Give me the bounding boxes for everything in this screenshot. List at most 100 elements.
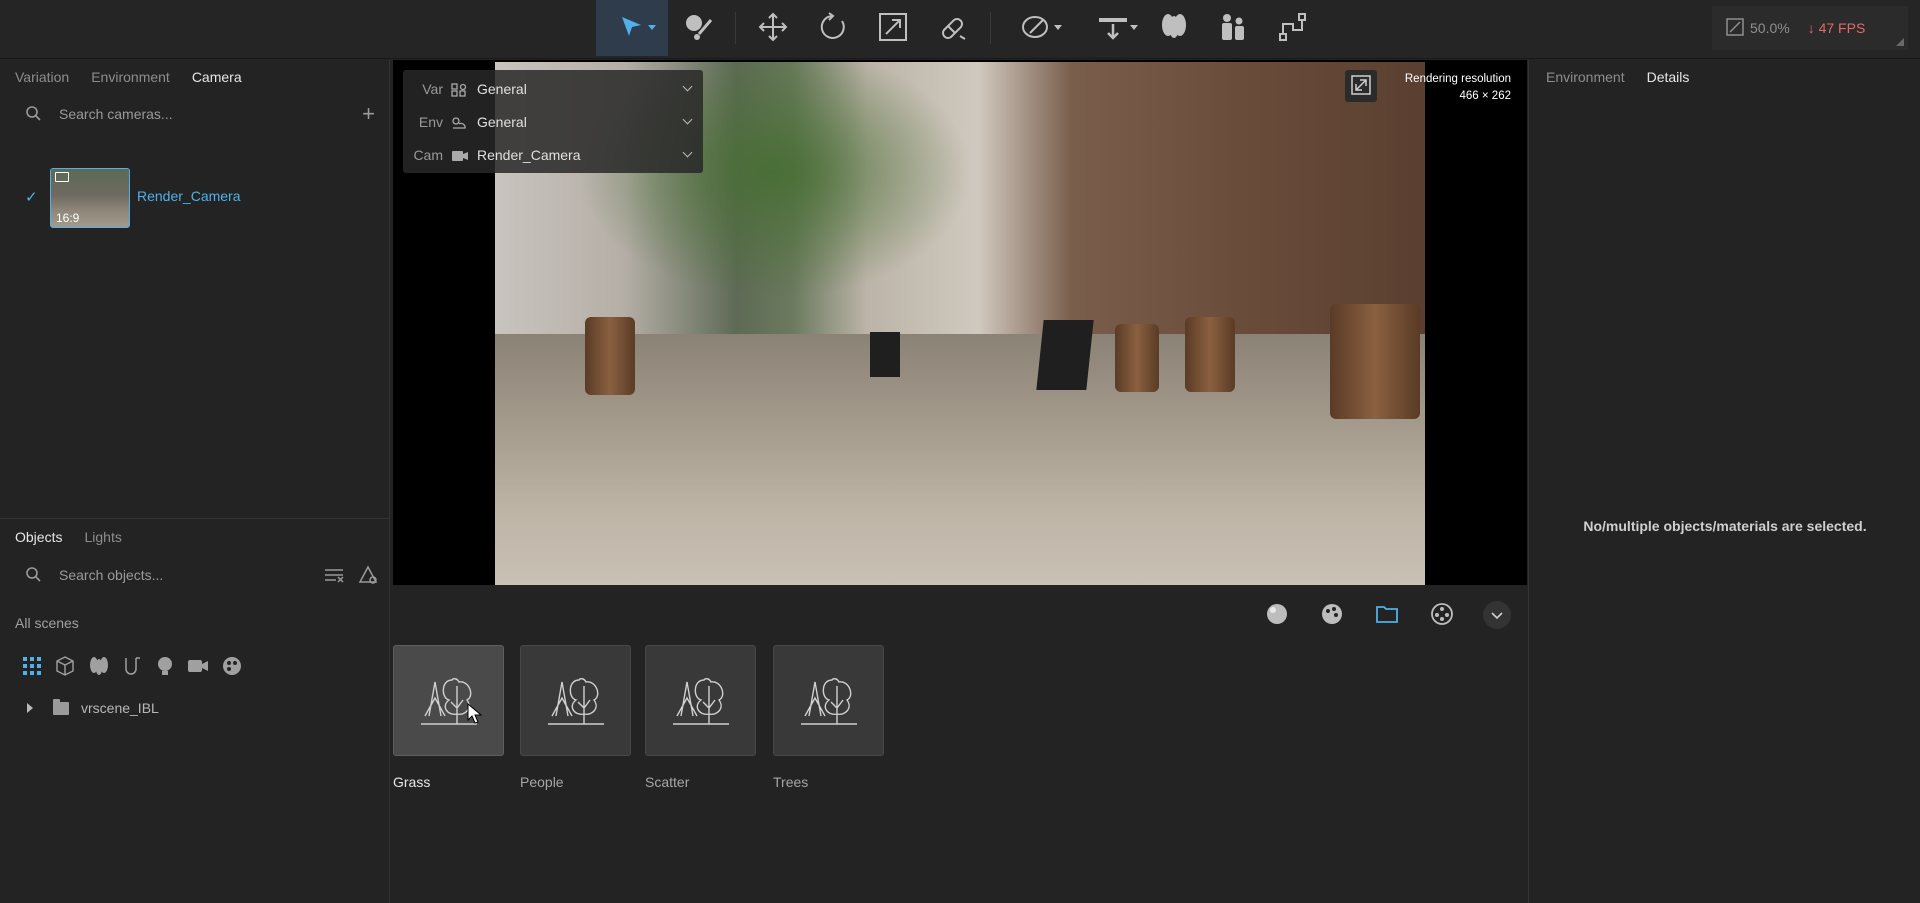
asset-tile[interactable]: Trees	[773, 645, 884, 790]
asset-label: People	[520, 774, 564, 790]
cursor-arrow-icon	[619, 14, 645, 43]
tab-environment[interactable]: Environment	[1546, 69, 1625, 85]
move-tool-button[interactable]	[746, 0, 800, 56]
clear-filter-icon[interactable]	[358, 565, 378, 588]
asset-thumbnail[interactable]	[773, 645, 884, 756]
camera-value: Render_Camera	[477, 146, 581, 163]
render-viewport[interactable]: Var General Env General Cam Render_Camer…	[393, 60, 1527, 585]
asset-tile[interactable]: Grass	[393, 645, 504, 790]
curve-icon[interactable]	[123, 656, 143, 679]
checkmark-icon: ✓	[25, 189, 38, 206]
camera-search-input[interactable]: Search cameras...	[59, 106, 173, 122]
scale-icon	[878, 12, 908, 45]
chalkboard-sign	[1036, 320, 1094, 390]
fps-counter: ↓ 47 FPS	[1807, 20, 1866, 36]
light-bulb-icon[interactable]	[156, 656, 174, 679]
objects-section: Objects Lights Search objects... All sce…	[0, 518, 390, 903]
camera-list-item[interactable]: ✓ 16:9 Render_Camera	[0, 168, 390, 228]
chevron-down-icon[interactable]	[682, 147, 693, 158]
object-search[interactable]: Search objects...	[0, 555, 390, 595]
fullscreen-button[interactable]	[1345, 70, 1377, 102]
trees-icon	[799, 672, 859, 729]
rotate-icon	[818, 11, 848, 45]
people-icon	[1217, 12, 1249, 45]
fps-value: 47 FPS	[1818, 20, 1866, 36]
mouse-cursor-icon	[467, 703, 483, 724]
chevron-down-icon	[1130, 25, 1138, 30]
aspect-ratio-label: 16:9	[56, 211, 80, 225]
collapse-button[interactable]	[1483, 601, 1511, 629]
magnet-icon	[938, 12, 968, 45]
search-icon	[25, 105, 41, 124]
render-stats: 50.0% ↓ 47 FPS	[1712, 6, 1908, 50]
pen-icon	[1021, 12, 1053, 45]
grid-icon[interactable]	[22, 656, 42, 679]
chevron-down-icon	[1491, 607, 1503, 623]
left-panel: Variation Environment Camera Search came…	[0, 60, 390, 903]
scenes-label[interactable]: All scenes	[0, 615, 390, 633]
environment-key: Env	[418, 113, 443, 130]
asset-thumbnail[interactable]	[645, 645, 756, 756]
object-tabs: Objects Lights	[0, 519, 390, 555]
scatter-tool-button[interactable]	[1147, 0, 1201, 56]
path-icon	[1277, 12, 1309, 45]
rotate-tool-button[interactable]	[806, 0, 860, 56]
asset-tile[interactable]: People	[520, 645, 631, 790]
camera-selector[interactable]: Cam Render_Camera	[403, 138, 703, 171]
zoom-level: 50.0%	[1750, 20, 1790, 36]
chevron-down-icon[interactable]	[682, 114, 693, 125]
path-tool-button[interactable]	[1266, 0, 1320, 56]
palette-button[interactable]	[1318, 601, 1346, 629]
camera-icon[interactable]	[187, 657, 209, 678]
palette-icon[interactable]	[222, 656, 242, 679]
palette-icon	[1321, 603, 1343, 628]
asset-label: Scatter	[645, 774, 690, 790]
draw-tool-button[interactable]	[1004, 0, 1070, 56]
assets-folder-button[interactable]	[1373, 601, 1401, 629]
search-icon	[25, 566, 41, 585]
people-tool-button[interactable]	[1206, 0, 1260, 56]
environment-selector[interactable]: Env General	[403, 105, 703, 138]
camera-search[interactable]: Search cameras... +	[0, 94, 389, 134]
corner-handle[interactable]	[1896, 38, 1904, 46]
barrel	[1330, 304, 1420, 419]
asset-thumbnail[interactable]	[393, 645, 504, 756]
variation-selector[interactable]: Var General	[403, 72, 703, 105]
tree-icon[interactable]	[88, 656, 110, 679]
tab-environment[interactable]: Environment	[91, 69, 170, 85]
materials-button[interactable]	[1263, 601, 1291, 629]
scene-selector-overlay: Var General Env General Cam Render_Camer…	[403, 70, 703, 173]
tab-variation[interactable]: Variation	[15, 69, 69, 85]
add-camera-button[interactable]: +	[362, 103, 375, 125]
barrel	[1115, 324, 1159, 392]
tab-lights[interactable]: Lights	[84, 529, 121, 545]
asset-tile[interactable]: Scatter	[645, 645, 756, 790]
paint-tool-button[interactable]	[672, 0, 726, 56]
camera-thumbnail[interactable]: 16:9	[50, 168, 130, 228]
asset-thumbnail[interactable]	[520, 645, 631, 756]
cube-icon[interactable]	[55, 655, 75, 679]
environment-icon	[451, 116, 467, 129]
camera-name[interactable]: Render_Camera	[137, 188, 241, 204]
select-tool-button[interactable]	[596, 0, 668, 56]
snap-tool-button[interactable]	[926, 0, 980, 56]
scene-tree-item[interactable]: vrscene_IBL	[0, 698, 390, 717]
drop-tool-button[interactable]	[1080, 0, 1146, 56]
trees-icon	[546, 672, 606, 729]
scale-tool-button[interactable]	[866, 0, 920, 56]
chevron-down-icon	[648, 25, 656, 30]
asset-label: Trees	[773, 774, 809, 790]
object-type-filters	[0, 655, 390, 679]
tab-details[interactable]: Details	[1647, 69, 1690, 85]
object-search-input[interactable]: Search objects...	[59, 567, 163, 583]
chevron-down-icon[interactable]	[682, 81, 693, 92]
tab-camera[interactable]: Camera	[192, 69, 242, 85]
toolbar-separator	[990, 12, 991, 44]
tab-objects[interactable]: Objects	[15, 529, 62, 545]
camera-key: Cam	[413, 146, 443, 163]
expand-arrow-icon[interactable]	[27, 703, 33, 713]
media-button[interactable]	[1428, 601, 1456, 629]
film-reel-icon	[1431, 602, 1453, 628]
camera-icon	[55, 172, 69, 182]
filter-settings-icon[interactable]	[324, 566, 344, 587]
